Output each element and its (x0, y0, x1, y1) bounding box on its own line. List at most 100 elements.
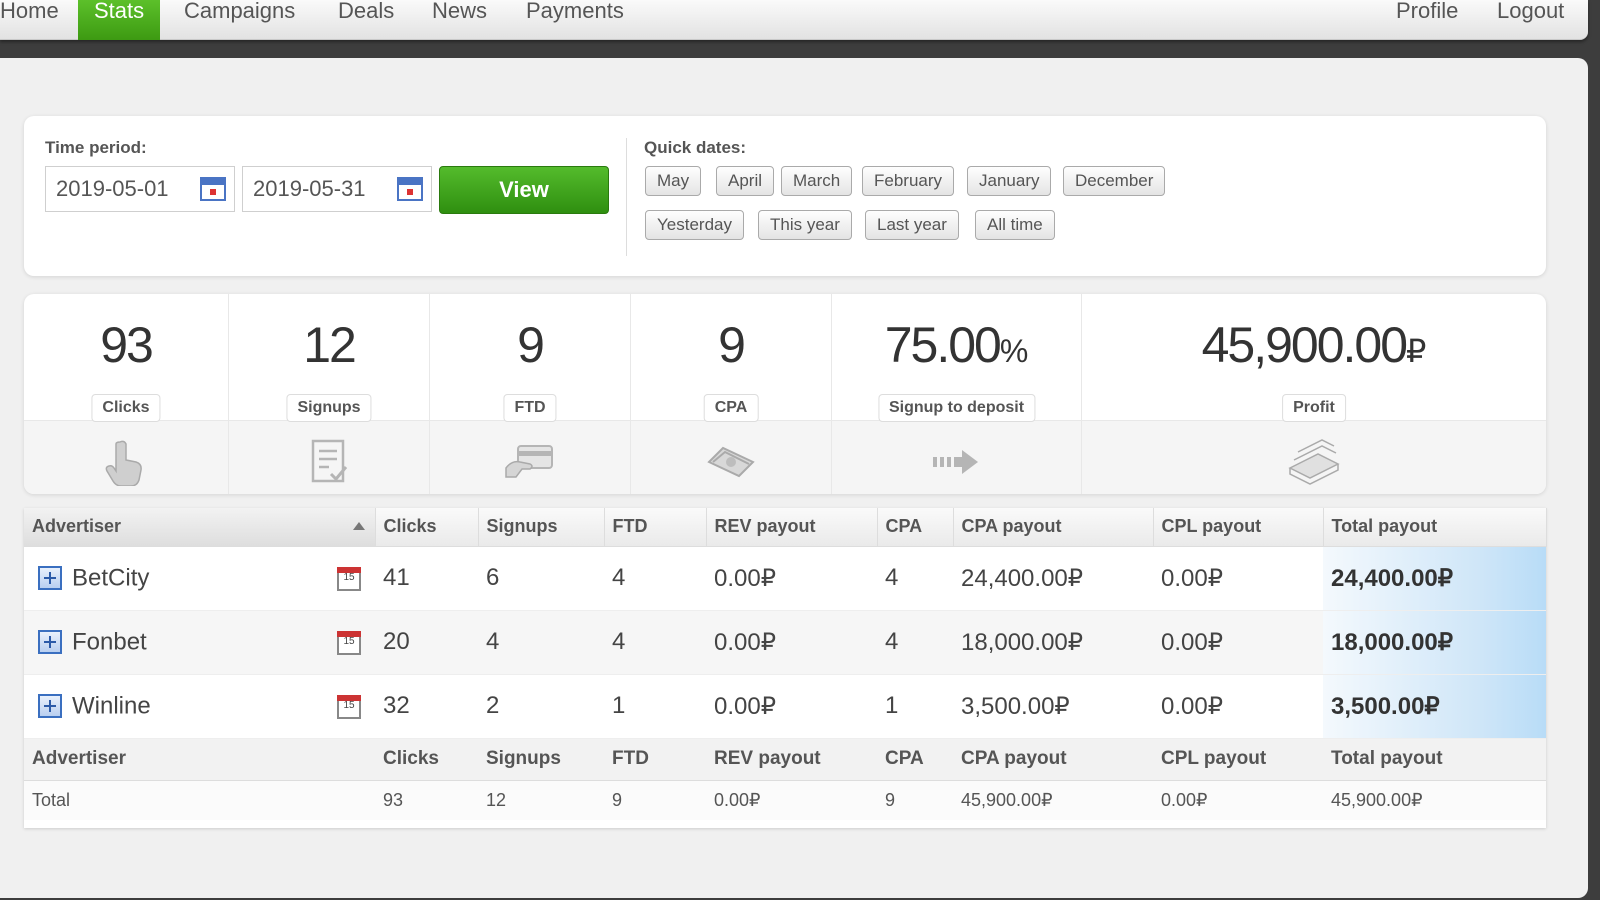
footer-header-ftd: FTD (604, 737, 706, 781)
footer-header-advertiser: Advertiser (24, 737, 375, 781)
ftd-cell: 4 (604, 610, 706, 675)
top-navigation: Home Stats Campaigns Deals News Payments… (0, 0, 1588, 40)
nav-logout[interactable]: Logout (1481, 0, 1580, 40)
signups-cell: 2 (478, 674, 604, 739)
advertiser-name: BetCity (72, 564, 150, 592)
footer-header-cpl-payout: CPL payout (1153, 737, 1323, 781)
quick-all-time-button[interactable]: All time (975, 210, 1055, 240)
quick-last-year-button[interactable]: Last year (865, 210, 959, 240)
clicks-cell: 32 (375, 674, 478, 739)
total-payout-cell: 18,000.00₽ (1323, 610, 1546, 675)
cpl-payout-cell: 0.00₽ (1153, 546, 1323, 611)
cpl-payout-cell: 0.00₽ (1153, 610, 1323, 675)
arrow-right-icon (932, 450, 978, 474)
header-cpa-payout[interactable]: CPA payout (953, 508, 1154, 547)
header-cpa[interactable]: CPA (877, 508, 954, 547)
rev-payout-cell: 0.00₽ (706, 610, 877, 675)
nav-news[interactable]: News (416, 0, 503, 40)
advertiser-name: Winline (72, 692, 151, 720)
footer-header-clicks: Clicks (375, 737, 478, 781)
advertiser-name: Fonbet (72, 628, 147, 656)
cpa-payout-cell: 18,000.00₽ (953, 610, 1153, 675)
rev-payout-cell: 0.00₽ (706, 546, 877, 611)
form-check-icon (311, 439, 348, 483)
total-payout-cell: 3,500.00₽ (1323, 674, 1546, 739)
signups-cell: 6 (478, 546, 604, 611)
header-advertiser[interactable]: Advertiser (24, 508, 376, 547)
total-label-cell: Total (24, 780, 375, 820)
stat-label: Signup to deposit (877, 394, 1036, 422)
calendar-icon[interactable] (200, 177, 226, 201)
nav-campaigns[interactable]: Campaigns (168, 0, 311, 40)
stat-value: 9 (718, 317, 746, 373)
footer-header-cpa-payout: CPA payout (953, 737, 1153, 781)
stat-label: FTD (503, 394, 557, 422)
total-signups-cell: 12 (478, 780, 604, 820)
nav-home[interactable]: Home (0, 0, 75, 40)
cpa-cell: 4 (877, 610, 953, 675)
cpa-cell: 1 (877, 674, 953, 739)
table-row: BetCity 15 41 6 4 0.00₽ 4 24,400.00₽ 0.00… (24, 546, 1546, 611)
quick-february-button[interactable]: February (862, 166, 955, 196)
stat-label: Profit (1282, 394, 1346, 422)
stat-value: 93 (100, 317, 154, 373)
stat-clicks: 93 Clicks (24, 294, 229, 494)
quick-this-year-button[interactable]: This year (758, 210, 852, 240)
stat-signup-to-deposit: 75.00% Signup to deposit (832, 294, 1082, 494)
date-from-value: 2019-05-01 (56, 176, 169, 201)
stat-ftd: 9 FTD (430, 294, 631, 494)
ftd-cell: 4 (604, 546, 706, 611)
cpa-payout-cell: 24,400.00₽ (953, 546, 1153, 611)
header-ftd[interactable]: FTD (604, 508, 707, 547)
nav-profile[interactable]: Profile (1380, 0, 1474, 40)
header-total-payout[interactable]: Total payout (1323, 508, 1547, 547)
quick-may-button[interactable]: May (645, 166, 702, 196)
quick-march-button[interactable]: March (781, 166, 853, 196)
nav-stats[interactable]: Stats (78, 0, 161, 40)
footer-header-rev-payout: REV payout (706, 737, 877, 781)
total-payout-cell: 24,400.00₽ (1323, 546, 1546, 611)
time-period-label: Time period: (45, 138, 147, 157)
expand-plus-icon[interactable] (38, 630, 62, 655)
cpa-cell: 4 (877, 546, 953, 611)
total-ftd-cell: 9 (604, 780, 706, 820)
quick-january-button[interactable]: January (967, 166, 1052, 196)
stat-value: 9 (517, 317, 545, 373)
total-cpl-payout-cell: 0.00₽ (1153, 780, 1323, 820)
date-to-input[interactable]: 2019-05-31 (242, 166, 432, 212)
cash-pile-icon (1288, 439, 1340, 485)
sort-asc-icon[interactable] (352, 522, 365, 530)
advertiser-cell: Winline 15 (24, 674, 375, 739)
calendar-icon[interactable]: 15 (337, 630, 361, 655)
divider (626, 138, 627, 256)
total-total-payout-cell: 45,900.00₽ (1323, 780, 1546, 820)
expand-plus-icon[interactable] (38, 694, 62, 719)
quick-yesterday-button[interactable]: Yesterday (645, 210, 744, 240)
total-cpa-cell: 9 (877, 780, 953, 820)
total-cpa-payout-cell: 45,900.00₽ (953, 780, 1153, 820)
filter-card: Time period: 2019-05-01 2019-05-31 View … (24, 116, 1546, 276)
date-from-input[interactable]: 2019-05-01 (45, 166, 235, 212)
calendar-icon[interactable] (397, 177, 423, 201)
main-panel: Time period: 2019-05-01 2019-05-31 View … (0, 58, 1588, 898)
header-rev-payout[interactable]: REV payout (706, 508, 878, 547)
view-button[interactable]: View (439, 166, 609, 214)
nav-deals[interactable]: Deals (322, 0, 410, 40)
table-header-row: Advertiser Clicks Signups FTD REV payout… (24, 508, 1547, 547)
expand-plus-icon[interactable] (38, 566, 62, 591)
nav-payments[interactable]: Payments (510, 0, 640, 40)
table-row: Winline 15 32 2 1 0.00₽ 1 3,500.00₽ 0.00₽… (24, 674, 1546, 739)
pointer-hand-icon (105, 440, 142, 486)
calendar-icon[interactable]: 15 (337, 566, 361, 591)
calendar-icon[interactable]: 15 (337, 694, 361, 719)
quick-april-button[interactable]: April (716, 166, 775, 196)
advertiser-stats-table: Advertiser Clicks Signups FTD REV payout… (24, 508, 1547, 828)
quick-december-button[interactable]: December (1063, 166, 1166, 196)
clicks-cell: 20 (375, 610, 478, 675)
header-signups[interactable]: Signups (478, 508, 605, 547)
footer-header-total-payout: Total payout (1323, 737, 1546, 781)
ftd-cell: 1 (604, 674, 706, 739)
header-clicks[interactable]: Clicks (375, 508, 479, 547)
stat-label: Clicks (91, 394, 161, 422)
header-cpl-payout[interactable]: CPL payout (1153, 508, 1324, 547)
